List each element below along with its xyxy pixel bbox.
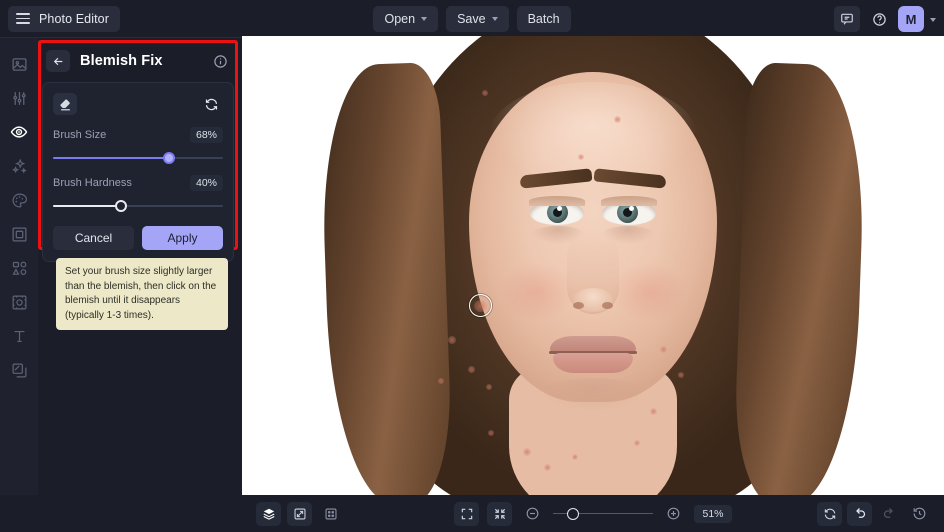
avatar[interactable]: M [898,6,924,32]
photo-blemish [660,346,667,353]
brush-hardness-header: Brush Hardness 40% [53,175,223,191]
help-circle-icon[interactable] [866,6,892,32]
photo-blemish [544,464,551,471]
photo-blemish [486,384,492,390]
top-right-actions: M [834,0,936,38]
sidebar-item-effects[interactable] [4,154,34,178]
panel-action-row: Cancel Apply [53,226,223,250]
apply-button[interactable]: Apply [142,226,223,250]
sidebar-item-text[interactable] [4,324,34,348]
photo-editor-app: Photo Editor Open Save Batch [0,0,944,532]
blemish-fix-panel: Blemish Fix [42,44,234,262]
history-actions [817,502,932,526]
avatar-chevron-down-icon[interactable] [930,18,936,22]
top-toolbar: Photo Editor Open Save Batch [0,0,944,38]
panel-header: Blemish Fix [42,44,234,78]
open-button[interactable]: Open [373,6,438,32]
brush-size-header: Brush Size 68% [53,127,223,143]
photo-blemish [488,430,494,436]
panel-body: Brush Size 68% Brush Hardness 40% [42,82,234,262]
plus-circle-icon[interactable] [661,502,686,526]
info-circle-icon[interactable] [213,54,228,69]
brush-size-slider-block: Brush Size 68% [53,127,223,164]
chevron-down-icon [492,17,498,21]
chevron-down-icon [421,17,427,21]
brush-size-slider[interactable] [53,152,223,164]
photo-blemish [482,90,488,96]
photo-eyelid-right [601,196,657,206]
brush-cursor [469,294,492,317]
slider-fill [53,157,169,159]
brush-hardness-slider-block: Brush Hardness 40% [53,175,223,212]
photo-hair-right [732,62,867,495]
zoom-level-value[interactable]: 51% [694,505,732,523]
photo-blemish [438,378,444,384]
photo-nostril-right [602,302,613,309]
zoom-slider-handle[interactable] [567,508,579,520]
sidebar-item-frame[interactable] [4,222,34,246]
photo-eyelid-left [529,196,585,206]
brush-hardness-slider[interactable] [53,200,223,212]
cancel-button[interactable]: Cancel [53,226,134,250]
reset-view-refresh-icon[interactable] [817,502,842,526]
bottom-left-spacer [0,495,242,532]
eraser-icon[interactable] [53,93,77,115]
slider-fill [53,205,121,207]
photo-cheek-right [610,262,688,322]
minus-circle-icon[interactable] [520,502,545,526]
photo-nostril-left [573,302,584,309]
sidebar-item-retouch[interactable] [4,120,34,144]
sidebar-item-adjust[interactable] [4,86,34,110]
arrow-left-icon[interactable] [46,50,70,72]
slider-handle[interactable] [163,152,175,164]
open-button-label: Open [384,12,415,26]
photo-blemish [650,408,657,415]
redo-arrow-icon[interactable] [877,502,902,526]
photo-hair-left [318,62,453,495]
tool-sidebar [0,38,38,495]
refresh-icon[interactable] [199,93,223,115]
panel-tool-row [53,92,223,116]
comment-icon[interactable] [834,6,860,32]
fit-screen-icon[interactable] [454,502,479,526]
photo-blemish [523,448,531,456]
photo-chin [538,378,648,412]
panel-title: Blemish Fix [80,53,163,69]
slider-handle[interactable] [115,200,127,212]
photo-blemish [678,372,684,378]
brush-size-label: Brush Size [53,129,106,141]
photo-blemish [572,454,578,460]
brush-hardness-value: 40% [190,175,223,191]
batch-button-label: Batch [528,12,560,26]
photo-blemish [614,116,621,123]
history-clock-icon[interactable] [907,502,932,526]
batch-button[interactable]: Batch [517,6,571,32]
sidebar-item-layers[interactable] [4,358,34,382]
bottom-toolbar: 51% [242,495,944,532]
undo-arrow-icon[interactable] [847,502,872,526]
sidebar-item-image[interactable] [4,52,34,76]
hint-tooltip: Set your brush size slightly larger than… [56,258,228,330]
save-button[interactable]: Save [446,6,509,32]
photo-blemish [448,336,456,344]
photo-blemish [634,440,640,446]
photo-cheek-left [498,262,576,322]
photo-blemish [578,154,584,160]
photo-eye-glint-right [629,206,634,211]
sidebar-item-shapes[interactable] [4,256,34,280]
photo-blemish [468,366,475,373]
top-center-actions: Open Save Batch [0,6,944,32]
sidebar-item-transform[interactable] [4,290,34,314]
photo-lower-lip [553,353,633,373]
zoom-slider[interactable] [553,508,653,520]
collapse-arrows-icon[interactable] [487,502,512,526]
photo-forehead [488,82,698,192]
photo-eye-glint-left [557,206,562,211]
save-button-label: Save [457,12,486,26]
image-canvas[interactable] [242,36,944,495]
sidebar-item-color[interactable] [4,188,34,212]
brush-hardness-label: Brush Hardness [53,177,132,189]
brush-size-value: 68% [190,127,223,143]
